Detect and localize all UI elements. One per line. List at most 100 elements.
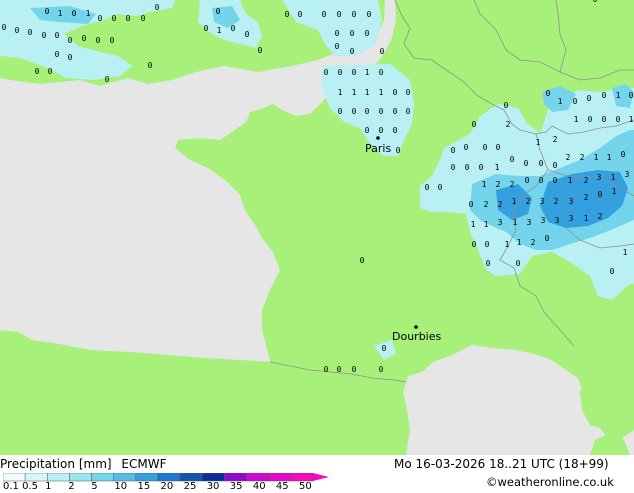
precip-value: 0 (365, 107, 370, 116)
precip-value: 0 (324, 68, 329, 77)
color-scale-labels: 0.1 0.5 1 2 5 10 15 20 25 30 35 40 45 50 (0, 481, 330, 493)
precip-value: 2 (584, 176, 589, 185)
precip-value: 0 (524, 159, 529, 168)
precip-value: 0 (479, 163, 484, 172)
precip-value: 1 (629, 115, 634, 124)
scale-swatch (135, 473, 159, 482)
product-title: Precipitation [mm] ECMWF (0, 457, 166, 471)
precip-value: 0 (629, 91, 634, 100)
scale-swatch (3, 473, 26, 482)
precip-value: 0 (28, 28, 33, 37)
precip-value: 1 (338, 88, 343, 97)
precip-value: 0 (486, 259, 491, 268)
credit-text[interactable]: ©weatheronline.co.uk (486, 475, 614, 489)
scale-swatch (157, 473, 181, 482)
precip-value: 0 (337, 10, 342, 19)
precip-value: 0 (48, 67, 53, 76)
precip-value: 0 (112, 14, 117, 23)
scale-tick-label: 35 (229, 481, 243, 492)
precip-value: 0 (352, 68, 357, 77)
scale-swatch (24, 473, 48, 482)
scale-tick-label: 2 (68, 481, 75, 492)
precip-value: 0 (573, 97, 578, 106)
scale-swatch (47, 473, 70, 482)
precip-value: 0 (516, 259, 521, 268)
precip-value: 0 (602, 115, 607, 124)
precip-value: 3 (498, 218, 503, 227)
precip-value: 1 (352, 88, 357, 97)
precip-value: 0 (360, 256, 365, 265)
precip-value: 0 (616, 115, 621, 124)
precip-value: 0 (258, 46, 263, 55)
precip-value: 0 (587, 94, 592, 103)
precip-value: 1 (574, 115, 579, 124)
precip-value: 2 (553, 135, 558, 144)
scale-swatch (224, 473, 247, 482)
precip-value: 2 (554, 197, 559, 206)
precip-value: 1 (365, 88, 370, 97)
precip-value: 0 (539, 159, 544, 168)
scale-swatch (290, 473, 314, 482)
precip-value: 0 (379, 68, 384, 77)
scale-tick-label: 20 (160, 481, 174, 492)
precip-value: 0 (148, 61, 153, 70)
precip-value: 1 (612, 187, 617, 196)
scale-swatch (113, 473, 137, 482)
precipitation-map: 1 0 10 0 0 0000 0 0 0 00 0 0 00 00 00000 1 0000 0 0 0 0 00 0 00… (0, 0, 634, 455)
scale-tick-label: 0.1 (3, 481, 19, 492)
scale-swatch (179, 473, 203, 482)
precip-value: 0 (68, 36, 73, 45)
precip-value: 0 (553, 161, 558, 170)
precip-value: 0 (396, 146, 401, 155)
precip-value: 1 (471, 220, 476, 229)
precip-value: 2 (498, 200, 503, 209)
precip-value: 0 (2, 23, 7, 32)
precip-value: 1 (611, 173, 616, 182)
precip-value: 0 (496, 143, 501, 152)
precip-value: 0 (545, 234, 550, 243)
precip-value: 3 (555, 216, 560, 225)
scale-swatch (91, 473, 114, 482)
precip-value: 1 (558, 97, 563, 106)
precip-value: 0 (546, 89, 551, 98)
precip-value: 0 (298, 10, 303, 19)
precip-value: 0 (82, 34, 87, 43)
precip-value: 0 (393, 88, 398, 97)
scale-tick-label: 45 (275, 481, 289, 492)
precip-value: 0 (324, 365, 329, 374)
precip-value: 0 (598, 190, 603, 199)
precip-title: Precipitation [mm] (0, 457, 112, 471)
scale-swatch (268, 473, 292, 482)
city-label: Paris (365, 142, 391, 155)
precip-value: 0 (406, 107, 411, 116)
precip-value: 1 (623, 248, 628, 257)
precip-value: 0 (451, 146, 456, 155)
scale-swatch (246, 473, 269, 482)
precip-value: 1 (616, 91, 621, 100)
precip-value: 1 (217, 26, 222, 35)
precip-value: 3 (540, 197, 545, 206)
precip-value: 0 (602, 91, 607, 100)
precip-value: 0 (35, 67, 40, 76)
precip-value: 1 (536, 138, 541, 147)
precip-value: 0 (98, 14, 103, 23)
precip-value: 0 (338, 107, 343, 116)
precip-value: 1 (505, 240, 510, 249)
precip-value: 0 (610, 267, 615, 276)
precip-value: 2 (510, 180, 515, 189)
scale-tick-label: 30 (206, 481, 220, 492)
scale-swatch (69, 473, 92, 482)
precip-value: 1 (513, 218, 518, 227)
precip-value: 0 (55, 50, 60, 59)
precip-value: 3 (569, 197, 574, 206)
scale-tick-label: 50 (299, 481, 312, 492)
precip-value: 0 (45, 7, 50, 16)
precip-value: 0 (553, 176, 558, 185)
precip-value: 0 (72, 9, 77, 18)
scale-swatch (202, 473, 225, 482)
precip-value: 0 (393, 126, 398, 135)
precip-value: 0 (110, 36, 115, 45)
precip-value: 1 (379, 88, 384, 97)
precip-value: 1 (512, 197, 517, 206)
precip-value: 0 (322, 10, 327, 19)
